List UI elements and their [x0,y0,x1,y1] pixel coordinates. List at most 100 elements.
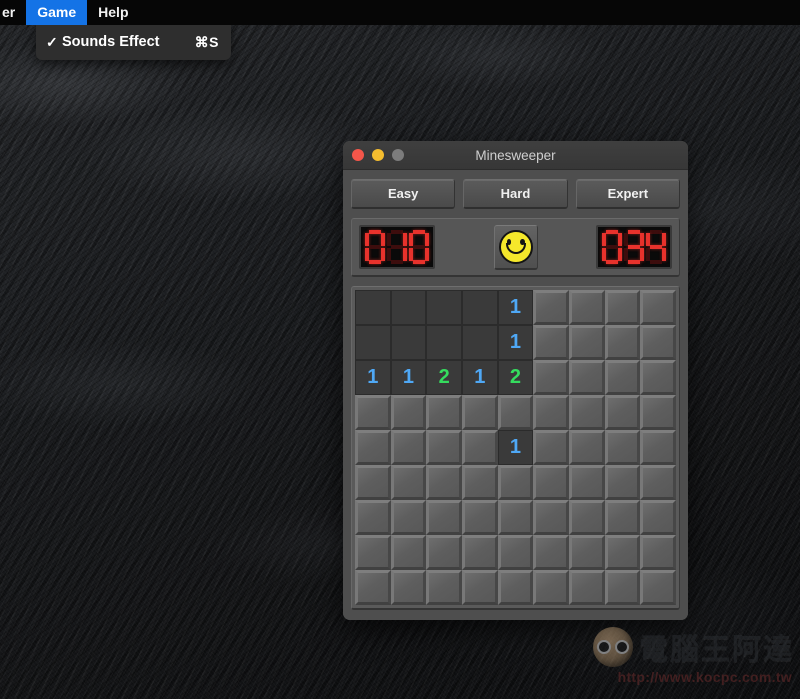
cell-hidden[interactable] [640,325,676,360]
close-button-icon[interactable] [352,149,364,161]
cell-hidden[interactable] [355,535,391,570]
cell-hidden[interactable] [355,395,391,430]
cell-hidden[interactable] [462,535,498,570]
cell-empty[interactable] [355,325,391,360]
cell-hidden[interactable] [426,395,462,430]
cell-hidden[interactable] [390,535,427,570]
cell-hidden[interactable] [569,500,605,535]
cell-hidden[interactable] [604,570,641,605]
cell-hidden[interactable] [604,500,641,535]
cell-number-1[interactable]: 1 [355,360,391,395]
cell-hidden[interactable] [604,325,641,360]
cell-empty[interactable] [462,290,498,325]
cell-hidden[interactable] [604,430,641,465]
cell-hidden[interactable] [426,465,462,500]
led-segment-d [650,260,662,264]
cell-hidden[interactable] [533,465,569,500]
menu-item-help[interactable]: Help [87,0,139,25]
cell-empty[interactable] [462,325,498,360]
cell-hidden[interactable] [640,395,676,430]
cell-hidden[interactable] [497,395,534,430]
menu-option-sounds-effect[interactable]: ✓ Sounds Effect ⌘S [36,30,231,54]
cell-hidden[interactable] [640,360,676,395]
cell-empty[interactable] [355,290,391,325]
cell-hidden[interactable] [497,570,534,605]
cell-hidden[interactable] [462,500,498,535]
cell-hidden[interactable] [604,395,641,430]
expert-button[interactable]: Expert [575,179,680,209]
cell-empty[interactable] [426,290,462,325]
cell-hidden[interactable] [462,570,498,605]
cell-empty[interactable] [390,325,427,360]
cell-hidden[interactable] [426,570,462,605]
cell-number-2[interactable]: 2 [426,360,462,395]
game-menu-dropdown[interactable]: ✓ Sounds Effect ⌘S [36,25,231,60]
menu-item-truncated[interactable]: er [0,0,26,25]
mine-counter-display [359,225,435,269]
cell-hidden[interactable] [569,325,605,360]
cell-hidden[interactable] [640,570,676,605]
cell-hidden[interactable] [533,500,569,535]
cell-hidden[interactable] [497,465,534,500]
cell-hidden[interactable] [497,535,534,570]
minimize-button-icon[interactable] [372,149,384,161]
cell-hidden[interactable] [533,290,569,325]
cell-hidden[interactable] [640,290,676,325]
cell-hidden[interactable] [497,500,534,535]
cell-hidden[interactable] [569,360,605,395]
cell-hidden[interactable] [426,430,462,465]
cell-hidden[interactable] [569,465,605,500]
cell-number-1[interactable]: 1 [497,290,534,325]
cell-hidden[interactable] [390,570,427,605]
led-segment-e [646,248,650,261]
cell-number-1[interactable]: 1 [390,360,427,395]
cell-hidden[interactable] [426,500,462,535]
cell-number-1[interactable]: 1 [462,360,498,395]
cell-hidden[interactable] [569,570,605,605]
menu-item-game[interactable]: Game [26,0,88,25]
cell-hidden[interactable] [640,465,676,500]
cell-hidden[interactable] [604,360,641,395]
hard-button[interactable]: Hard [463,179,568,209]
easy-button[interactable]: Easy [351,179,456,209]
minefield-grid[interactable]: 11112121 [355,290,676,605]
cell-hidden[interactable] [355,465,391,500]
cell-hidden[interactable] [355,570,391,605]
cell-number-2[interactable]: 2 [497,360,534,395]
cell-number-1[interactable]: 1 [497,430,534,465]
cell-hidden[interactable] [533,325,569,360]
cell-hidden[interactable] [426,535,462,570]
cell-number-1[interactable]: 1 [497,325,534,360]
cell-hidden[interactable] [533,360,569,395]
window-title-bar[interactable]: Minesweeper [343,141,688,170]
cell-hidden[interactable] [533,395,569,430]
cell-empty[interactable] [390,290,427,325]
led-segment-e [602,248,606,261]
cell-hidden[interactable] [604,535,641,570]
cell-hidden[interactable] [462,465,498,500]
cell-hidden[interactable] [390,395,427,430]
cell-hidden[interactable] [604,465,641,500]
cell-hidden[interactable] [640,535,676,570]
zoom-button-icon[interactable] [392,149,404,161]
cell-empty[interactable] [426,325,462,360]
cell-hidden[interactable] [640,430,676,465]
cell-hidden[interactable] [462,430,498,465]
cell-hidden[interactable] [390,430,427,465]
cell-hidden[interactable] [569,395,605,430]
cell-hidden[interactable] [533,570,569,605]
cell-hidden[interactable] [533,430,569,465]
cell-hidden[interactable] [390,465,427,500]
led-segment-g [413,245,425,249]
cell-hidden[interactable] [569,430,605,465]
cell-hidden[interactable] [533,535,569,570]
cell-hidden[interactable] [462,395,498,430]
cell-hidden[interactable] [390,500,427,535]
cell-hidden[interactable] [569,290,605,325]
cell-hidden[interactable] [640,500,676,535]
cell-hidden[interactable] [355,500,391,535]
cell-hidden[interactable] [569,535,605,570]
cell-hidden[interactable] [604,290,641,325]
cell-hidden[interactable] [355,430,391,465]
reset-smiley-button[interactable] [493,224,538,270]
